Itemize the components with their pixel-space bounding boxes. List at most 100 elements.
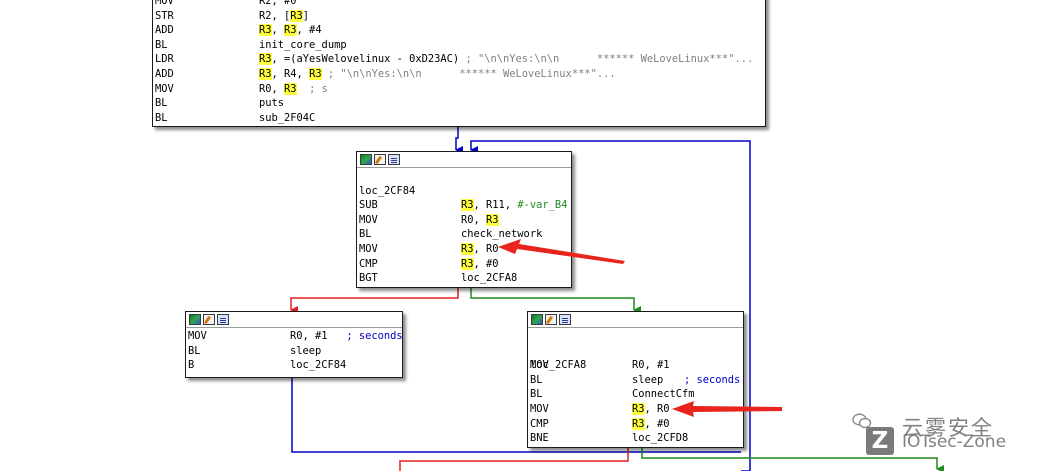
- mnemonic: BL: [155, 97, 168, 110]
- basic-block-loc-2cfa8[interactable]: loc_2CFA8 ; seconds MOV R0, #1 BL sleep BL Co…: [527, 311, 744, 448]
- operand: puts: [259, 97, 285, 110]
- instruction-row[interactable]: BL sleep: [530, 373, 743, 388]
- instruction-row[interactable]: MOV R0, R3 ; s: [155, 82, 765, 97]
- operands: R3, R0: [461, 242, 499, 257]
- register-highlight[interactable]: R3: [461, 199, 474, 212]
- operand: , #0: [644, 417, 670, 430]
- instruction-row[interactable]: MOV R0, #1 ; seconds: [188, 329, 403, 344]
- operand: ; seconds: [346, 330, 403, 342]
- listing-icon[interactable]: [388, 154, 400, 165]
- block-top-listing: MOV R2, #0 STR R2, [R3] ADD R3, R3, #4 BL init_…: [153, 0, 765, 127]
- basic-block-loc-2cf84[interactable]: loc_2CF84 SUB R3, R11, #-var_B4 MOV R0, R3 B…: [356, 151, 572, 288]
- basic-block-sleep[interactable]: MOV R0, #1 ; seconds BL sleep Bloc_2CF84: [185, 311, 403, 378]
- operands: R2, [R3]: [259, 9, 309, 24]
- operands: check_network: [461, 227, 542, 242]
- operand: R0, #1: [632, 359, 670, 372]
- operands: R3, R11, #-var_B4: [461, 198, 567, 213]
- comment: ; "\n\nYes:\n\n ****** WeLoveLinux***"..…: [327, 67, 616, 80]
- listing-icon[interactable]: [559, 314, 571, 325]
- mnemonic: BGT: [359, 272, 378, 285]
- operand: , #4: [296, 24, 322, 37]
- operand: init_core_dump: [259, 38, 347, 51]
- operand: sleep: [632, 373, 664, 386]
- operand: R0, #1: [290, 330, 347, 342]
- operand: ConnectCfm: [632, 388, 695, 401]
- register-highlight[interactable]: R3: [632, 417, 645, 430]
- instruction-row[interactable]: BL check_network: [359, 227, 571, 242]
- block-sleep-listing: MOV R0, #1 ; seconds BL sleep Bloc_2CF84: [186, 328, 403, 375]
- instruction-row[interactable]: CMP R3, #0: [530, 417, 743, 432]
- operand: R0,: [259, 82, 285, 95]
- operands: R0, R3 ; s: [259, 82, 328, 97]
- edit-icon[interactable]: [545, 314, 557, 325]
- graph-view-icon[interactable]: [189, 314, 201, 325]
- register-highlight[interactable]: R3: [284, 82, 297, 95]
- instruction-row[interactable]: CMP R3, #0: [359, 257, 571, 272]
- register-highlight[interactable]: R3: [632, 402, 645, 415]
- operands: puts: [259, 96, 284, 111]
- register-highlight[interactable]: R3: [461, 257, 474, 270]
- listing-icon[interactable]: [217, 314, 229, 325]
- register-highlight[interactable]: R3: [461, 242, 474, 255]
- mnemonic: MOV: [188, 330, 207, 342]
- operand: , R0: [473, 242, 499, 255]
- instruction-row[interactable]: BL init_core_dump: [155, 38, 765, 53]
- comment: ; s: [309, 82, 328, 95]
- register-highlight[interactable]: R3: [309, 67, 322, 80]
- operands: loc_2CF84: [290, 358, 346, 373]
- instruction-row[interactable]: LDR R3, =(aYesWelovelinux - 0xD23AC) ; "\…: [155, 52, 765, 67]
- mnemonic: BL: [188, 344, 201, 357]
- instruction-row[interactable]: ADD R3, R4, R3 ; "\n\nYes:\n\n ****** WeL…: [155, 67, 765, 82]
- register-highlight[interactable]: R3: [259, 67, 272, 80]
- register-highlight[interactable]: R3: [259, 53, 272, 66]
- operand: loc_2CFA8: [461, 272, 518, 285]
- instruction-row[interactable]: MOV R0, #1: [530, 358, 743, 373]
- logo-icon: Z: [866, 427, 894, 455]
- instruction-row[interactable]: MOV R3, R0: [359, 242, 571, 257]
- register-highlight[interactable]: R3: [284, 24, 297, 37]
- instruction-row[interactable]: BL sub_2F04C: [155, 111, 765, 126]
- operands: R3, #0: [461, 257, 499, 272]
- operands: R0, R3: [461, 213, 499, 228]
- graph-view-icon[interactable]: [360, 154, 372, 165]
- operand: , =(aYesWelovelinux - 0xD23AC): [271, 53, 466, 66]
- register-highlight[interactable]: R3: [259, 24, 272, 37]
- operand: sleep: [290, 344, 322, 357]
- operands: R3, R4, R3 ; "\n\nYes:\n\n ****** WeLove…: [259, 67, 616, 82]
- graph-view-icon[interactable]: [531, 314, 543, 325]
- register-highlight[interactable]: R3: [486, 213, 499, 226]
- instruction-row[interactable]: BL puts: [155, 96, 765, 111]
- instruction-row[interactable]: Bloc_2CF84: [188, 358, 402, 373]
- edge-connect-false: [399, 447, 629, 471]
- mnemonic: MOV: [359, 242, 378, 255]
- instruction-row[interactable]: STR R2, [R3]: [155, 9, 765, 24]
- instruction-row[interactable]: BNE loc_2CFD8: [530, 431, 743, 446]
- instruction-row[interactable]: MOV R0, R3: [359, 213, 571, 228]
- register-highlight[interactable]: R3: [290, 9, 303, 22]
- operand: [297, 83, 310, 95]
- instruction-row[interactable]: MOV R3, R0: [530, 402, 743, 417]
- operand: loc_2CFD8: [632, 432, 689, 445]
- block-header: [528, 312, 743, 328]
- mnemonic: BNE: [530, 432, 549, 445]
- operand: #-var_B4: [517, 199, 568, 212]
- instruction-row[interactable]: ADD R3, R3, #4: [155, 23, 765, 38]
- operands: R0, #1: [632, 358, 670, 373]
- block-label[interactable]: loc_2CF84: [359, 184, 415, 199]
- instruction-row[interactable]: BGT loc_2CFA8: [359, 271, 571, 286]
- mnemonic: MOV: [530, 359, 549, 372]
- instruction-row[interactable]: SUB R3, R11, #-var_B4: [359, 198, 571, 213]
- edit-icon[interactable]: [203, 314, 215, 325]
- instruction-row[interactable]: MOV R2, #0: [155, 0, 765, 9]
- instruction-row[interactable]: BL ConnectCfm: [530, 387, 743, 402]
- operand: ]: [302, 9, 310, 22]
- operands: loc_2CFD8: [632, 431, 688, 446]
- operand: loc_2CF84: [290, 359, 347, 372]
- mnemonic: BL: [155, 111, 168, 124]
- operand: check_network: [461, 228, 543, 241]
- instruction-row[interactable]: BL sleep: [188, 344, 402, 359]
- edit-icon[interactable]: [374, 154, 386, 165]
- block-loop-listing: loc_2CF84 SUB R3, R11, #-var_B4 MOV R0, R3 B…: [357, 168, 571, 288]
- mnemonic: MOV: [359, 213, 378, 226]
- basic-block-top[interactable]: MOV R2, #0 STR R2, [R3] ADD R3, R3, #4 BL init_…: [152, 0, 766, 127]
